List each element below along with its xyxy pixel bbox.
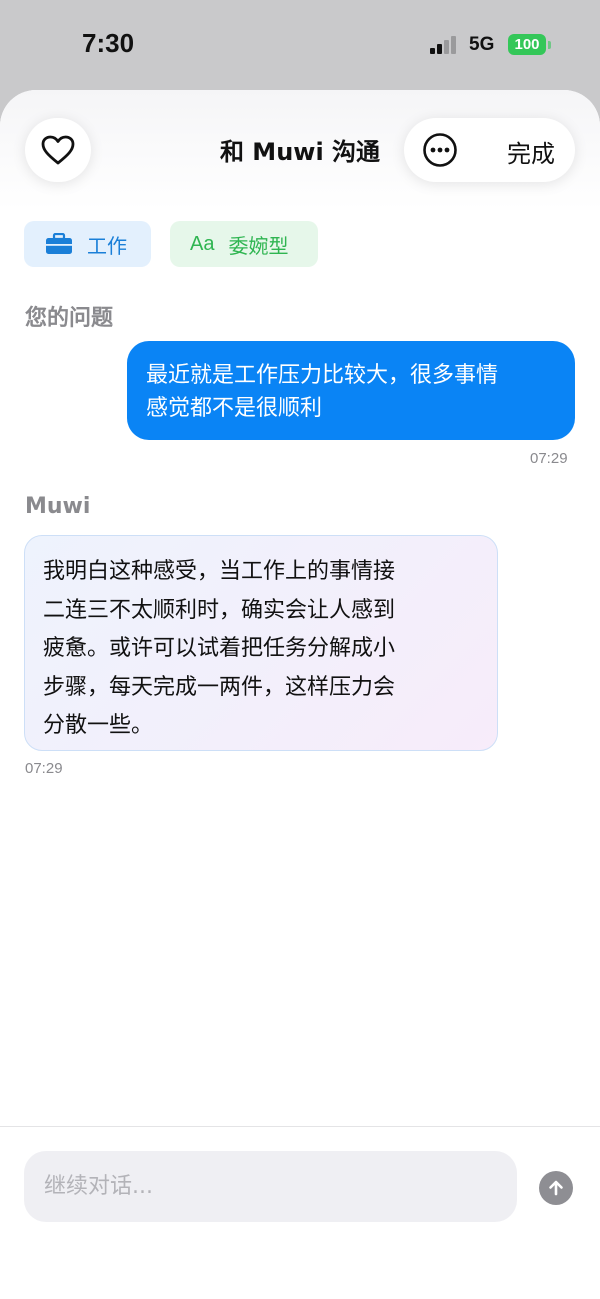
done-button[interactable]: 完成	[507, 134, 555, 169]
status-time: 7:30	[82, 28, 135, 58]
bot-message-line: 步骤，每天完成一两件，这样压力会	[43, 674, 396, 700]
heart-icon	[41, 135, 75, 165]
user-message-line: 最近就是工作压力比较大，很多事情	[146, 363, 499, 388]
user-message-bubble: 最近就是工作压力比较大，很多事情 感觉都不是很顺利	[127, 341, 575, 440]
user-message-time: 07:29	[530, 450, 568, 467]
user-message-line: 感觉都不是很顺利	[146, 396, 323, 421]
user-section-label: 您的问题	[25, 306, 114, 331]
more-icon	[423, 133, 457, 167]
page-title: 和 Muwi 沟通	[219, 138, 381, 166]
tone-tag[interactable]: Aa 委婉型	[170, 221, 318, 267]
composer-divider	[0, 1126, 600, 1127]
battery-icon: 100	[508, 34, 546, 55]
tone-tag-label: 委婉型	[228, 233, 289, 258]
battery-tip	[548, 41, 551, 49]
font-style-icon: Aa	[190, 232, 215, 255]
bot-message-line: 我明白这种感受，当工作上的事情接	[43, 559, 396, 584]
message-input-container	[24, 1151, 517, 1222]
send-button[interactable]	[539, 1171, 573, 1205]
bot-message-line: 二连三不太顺利时，确实会让人感到	[43, 597, 396, 623]
topic-tag-label: 工作	[87, 233, 127, 258]
bot-message-line: 分散一些。	[43, 713, 154, 738]
bot-message-line: 疲惫。或许可以试着把任务分解成小	[43, 636, 396, 661]
topic-tag[interactable]: 工作	[24, 221, 151, 267]
signal-icon	[430, 35, 462, 54]
briefcase-icon	[46, 233, 72, 254]
bot-message-time: 07:29	[25, 760, 63, 777]
chat-sheet: 和 Muwi 沟通 完成 工作 Aa 委婉型 您的问题 最近就是工作压力比较大，…	[0, 90, 600, 1299]
network-label: 5G	[469, 34, 495, 55]
header-actions: 完成	[404, 118, 575, 182]
favorite-button[interactable]	[25, 118, 91, 182]
arrow-up-icon	[549, 1180, 563, 1196]
more-button[interactable]	[422, 132, 458, 168]
status-bar: 7:30 5G 100	[0, 0, 600, 90]
message-input[interactable]	[24, 1151, 517, 1222]
bot-message-bubble: 我明白这种感受，当工作上的事情接 二连三不太顺利时，确实会让人感到 疲惫。或许可…	[24, 535, 498, 751]
bot-section-label: Muwi	[25, 494, 91, 519]
